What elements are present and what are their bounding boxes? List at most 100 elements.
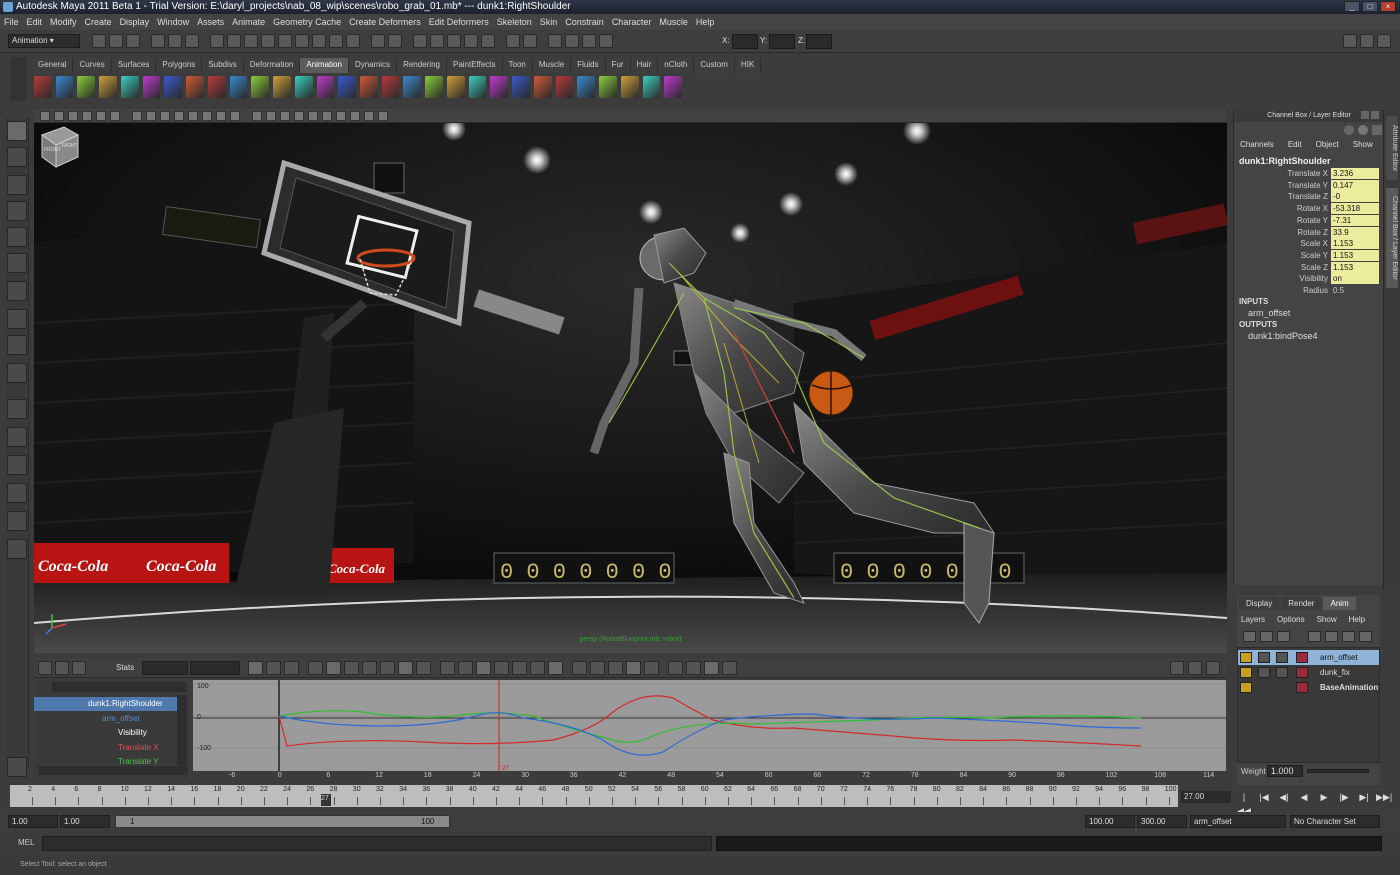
hyperbolic-mode-icon[interactable] [1372,125,1382,135]
go-to-start-button[interactable]: |◀◀ [1236,790,1252,816]
plateau-tangents-icon[interactable] [398,661,413,675]
layer-menu-layers[interactable]: Layers [1241,615,1265,624]
snap-grid-icon[interactable] [210,34,224,48]
lattice-icon[interactable] [620,76,639,98]
channel-row-rotate-y[interactable]: Rotate Y -7.31 [1234,214,1380,227]
outliner-row-translate-x[interactable]: Translate X [34,741,184,755]
safe-action-icon[interactable] [202,111,212,121]
safe-title-icon[interactable] [216,111,226,121]
screen-space-ao-icon[interactable] [322,111,332,121]
move-layer-up-icon[interactable] [1308,631,1321,642]
input-node-arm-offset[interactable]: arm_offset [1248,308,1290,318]
menu-geometry-cache[interactable]: Geometry Cache [273,17,341,27]
layer-lock-icon[interactable] [1240,682,1252,693]
channel-value-field[interactable]: -53.318 [1331,203,1379,215]
menu-character[interactable]: Character [612,17,652,27]
ipr-render-icon[interactable] [430,34,444,48]
menu-create[interactable]: Create [85,17,112,27]
stats-frame-field[interactable] [142,661,188,675]
channel-box-menu-edit[interactable]: Edit [1288,140,1302,149]
channel-row-scale-x[interactable]: Scale X 1.153 [1234,238,1380,250]
help-icon[interactable] [346,34,360,48]
character-set-icon[interactable] [446,76,465,98]
bookmark-icon[interactable] [68,111,78,121]
channel-row-translate-y[interactable]: Translate Y 0.147 [1234,179,1380,192]
snap-plane-icon[interactable] [295,34,309,48]
menu-skeleton[interactable]: Skeleton [497,17,532,27]
step-forward-key-button[interactable]: |▶ [1336,790,1352,804]
swap-buffer-curve-icon[interactable] [512,661,527,675]
outliner-scrollbar[interactable] [177,695,187,765]
pre-infinity-icon[interactable] [668,661,683,675]
lock-tangent-weight-icon[interactable] [476,661,491,675]
layer-lock-icon[interactable] [1240,652,1252,663]
layer-lock-icon[interactable] [1240,667,1252,678]
frame-all-icon[interactable] [1206,661,1220,675]
relative-transform-icon[interactable] [565,34,579,48]
paint-weights-icon[interactable] [273,76,291,98]
layer-ghost-icon[interactable] [1296,652,1308,663]
animation-end-field[interactable]: 300.00 [1137,815,1187,828]
channel-row-translate-x[interactable]: Translate X 3.236 [1234,168,1380,180]
layer-mute-icon[interactable] [1276,652,1288,663]
select-camera-icon[interactable] [40,111,50,121]
paint-select-tool-icon[interactable] [7,175,27,195]
hypershade-icon[interactable] [464,34,478,48]
lasso-tool-icon[interactable] [7,147,27,167]
xray-joints-icon[interactable] [378,111,388,121]
layer-tab-render[interactable]: Render [1281,597,1322,610]
playback-end-field[interactable]: 100.00 [1085,815,1135,828]
menu-muscle[interactable]: Muscle [659,17,688,27]
render-view-icon[interactable] [481,34,495,48]
step-back-key-button[interactable]: ◀| [1276,790,1292,804]
detach-skin-icon[interactable] [294,76,313,98]
outliner-filter-field[interactable] [52,682,186,692]
play-forwards-button[interactable]: ▶ [1316,790,1332,804]
infinity-offset-icon[interactable] [590,661,605,675]
two-d-pan-zoom-icon[interactable] [96,111,106,121]
shelf-tab-general[interactable]: General [32,58,74,73]
parent-constraint-icon[interactable] [381,76,400,98]
flat-tangents-icon[interactable] [362,661,377,675]
select-object-icon[interactable] [168,34,182,48]
graph-editor-icon[interactable] [490,76,509,98]
shelf-tab-painteffects[interactable]: PaintEffects [446,58,503,73]
layer-menu-help[interactable]: Help [1349,615,1365,624]
perspective-viewport[interactable]: 0 0 0 0 0 0 0 0 0 0 0 0 0 0 Coca-Cola Co… [34,123,1227,653]
wireframe-icon[interactable] [230,111,240,121]
shelf-tab-hair[interactable]: Hair [630,58,659,73]
persp-outliner-layout-icon[interactable] [7,427,27,447]
frame-playback-range-icon[interactable] [266,661,281,675]
attribute-editor-toggle-icon[interactable] [1343,34,1357,48]
menu-file[interactable]: File [4,17,19,27]
frame-all-keys-icon[interactable] [248,661,263,675]
menu-create-deformers[interactable]: Create Deformers [349,17,421,27]
camera-attribute-icon[interactable] [54,111,64,121]
channel-row-scale-z[interactable]: Scale Z 1.153 [1234,261,1380,274]
motion-blur-icon[interactable] [336,111,346,121]
joint-tool-icon[interactable] [142,76,161,98]
bind-skin-icon[interactable] [229,76,248,98]
menu-skin[interactable]: Skin [540,17,558,27]
menu-assets[interactable]: Assets [197,17,224,27]
snap-live-icon[interactable] [278,34,292,48]
orient-constraint-icon[interactable] [360,76,378,98]
playback-start-field[interactable]: 1.00 [60,815,110,828]
zero-key-layer-icon[interactable] [1243,631,1256,642]
shelf-tab-rendering[interactable]: Rendering [397,58,447,73]
step-forward-frame-button[interactable]: ▶| [1356,790,1372,804]
snap-keys-icon[interactable] [548,661,563,675]
absolute-transform-icon[interactable] [548,34,562,48]
unsnap-keys-icon[interactable] [530,661,545,675]
layer-tab-display[interactable]: Display [1239,597,1280,610]
film-gate-icon[interactable] [146,111,156,121]
channel-value-field[interactable]: 1.153 [1331,261,1379,273]
layer-ghost-icon[interactable] [1296,667,1308,678]
snap-view-icon[interactable] [261,34,275,48]
mel-input-field[interactable] [42,836,712,851]
open-trax-icon[interactable] [1188,661,1202,675]
image-plane-icon[interactable] [82,111,92,121]
set-key-icon[interactable] [34,76,52,98]
select-component-icon[interactable] [185,34,199,48]
layer-row[interactable]: BaseAnimation [1238,680,1379,695]
